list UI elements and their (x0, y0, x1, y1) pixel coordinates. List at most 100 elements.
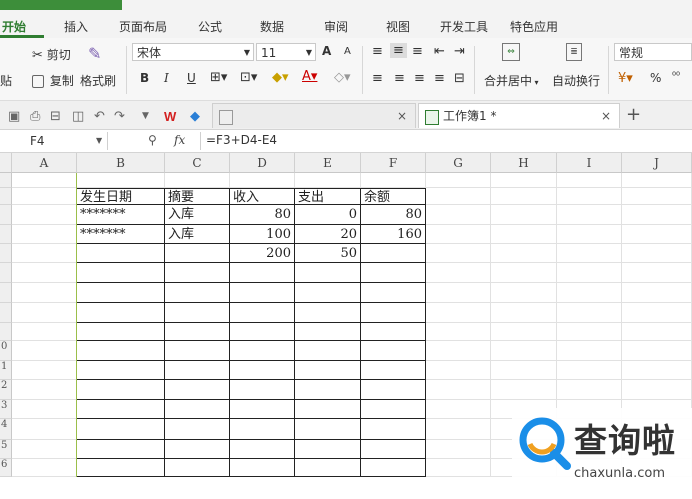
grid-cell[interactable] (622, 263, 692, 283)
tab-page-layout[interactable]: 页面布局 (119, 18, 167, 35)
grid-cell[interactable] (165, 361, 230, 380)
tab-insert[interactable]: 插入 (64, 18, 88, 35)
grid-cell[interactable] (557, 341, 622, 361)
table-header-cell[interactable]: 发生日期 (77, 188, 165, 205)
grid-cell[interactable] (230, 173, 295, 188)
grid-cell[interactable] (622, 341, 692, 361)
column-header-c[interactable]: C (165, 153, 230, 173)
grid-cell[interactable] (491, 303, 557, 323)
grid-cell[interactable] (295, 323, 361, 341)
align-left-icon[interactable]: ≡ (372, 71, 383, 86)
wps-logo-icon[interactable]: W (164, 109, 176, 124)
table-header-cell[interactable]: 摘要 (165, 188, 230, 205)
table-cell[interactable] (361, 244, 426, 263)
highlight-icon[interactable]: ◆▾ (272, 70, 289, 85)
grid-cell[interactable] (295, 263, 361, 283)
font-size-select[interactable]: 11 ▼ (256, 43, 316, 61)
grid-cell[interactable] (295, 419, 361, 440)
grid-cell[interactable] (12, 188, 77, 205)
table-header-cell[interactable]: 支出 (295, 188, 361, 205)
align-center-icon[interactable]: ≡ (394, 71, 405, 86)
table-header-cell[interactable]: 余额 (361, 188, 426, 205)
grid-cell[interactable] (165, 419, 230, 440)
font-name-select[interactable]: 宋体 ▼ (132, 43, 254, 61)
row-header[interactable]: 6 (0, 459, 12, 477)
grid-cell[interactable] (165, 380, 230, 400)
blank-doc-tab[interactable]: × (212, 103, 416, 128)
grid-cell[interactable] (557, 283, 622, 303)
grid-cell[interactable] (622, 188, 692, 205)
grid-cell[interactable] (426, 419, 491, 440)
grid-cell[interactable] (557, 361, 622, 380)
underline-button[interactable]: U (187, 71, 196, 85)
grid-cell[interactable] (622, 380, 692, 400)
formula-input[interactable]: =F3+D4-E4 (206, 133, 277, 147)
column-header-h[interactable]: H (491, 153, 557, 173)
grid-cell[interactable] (165, 173, 230, 188)
grid-cell[interactable] (361, 440, 426, 459)
row-header[interactable] (0, 283, 12, 303)
table-cell[interactable]: ******* (77, 205, 165, 225)
column-header-i[interactable]: I (557, 153, 622, 173)
grid-cell[interactable] (426, 361, 491, 380)
grid-cell[interactable] (77, 303, 165, 323)
align-bottom-icon[interactable]: ≡ (412, 44, 423, 59)
grid-cell[interactable] (12, 244, 77, 263)
grid-cell[interactable] (165, 303, 230, 323)
print-preview-icon[interactable]: ◫ (72, 109, 84, 124)
grid-cell[interactable] (230, 459, 295, 477)
row-header[interactable] (0, 173, 12, 188)
grid-cell[interactable] (12, 459, 77, 477)
select-all-corner[interactable] (0, 153, 12, 173)
grid-cell[interactable] (361, 380, 426, 400)
grid-cell[interactable] (426, 341, 491, 361)
grid-cell[interactable] (361, 303, 426, 323)
print-icon[interactable]: ⊟ (50, 109, 61, 124)
table-cell[interactable] (165, 244, 230, 263)
grid-cell[interactable] (361, 263, 426, 283)
grid-cell[interactable] (557, 303, 622, 323)
grid-cell[interactable] (165, 263, 230, 283)
grid-cell[interactable] (557, 173, 622, 188)
column-header-j[interactable]: J (622, 153, 692, 173)
workbook-tab[interactable]: 工作簿1 * × (418, 103, 620, 128)
merge-center-button[interactable]: 合并居中 ▾ (484, 72, 539, 89)
grid-cell[interactable] (491, 244, 557, 263)
export-pdf-icon[interactable]: ⎙ (30, 109, 40, 124)
grid-cell[interactable] (491, 361, 557, 380)
grid-cell[interactable] (622, 283, 692, 303)
grid-cell[interactable] (12, 283, 77, 303)
grid-cell[interactable] (230, 303, 295, 323)
italic-button[interactable]: I (164, 71, 169, 85)
grid-cell[interactable] (361, 173, 426, 188)
grid-cell[interactable] (295, 380, 361, 400)
grid-cell[interactable] (361, 459, 426, 477)
fill-icon[interactable]: ⊡▾ (240, 70, 257, 85)
grid-cell[interactable] (491, 173, 557, 188)
grid-cell[interactable] (12, 341, 77, 361)
redo-icon[interactable]: ↷ (114, 109, 125, 124)
grid-cell[interactable] (557, 263, 622, 283)
grid-cell[interactable] (361, 323, 426, 341)
grid-cell[interactable] (295, 341, 361, 361)
grid-cell[interactable] (361, 361, 426, 380)
thousands-icon[interactable]: ⁰⁰ (672, 71, 680, 82)
grid-cell[interactable] (295, 440, 361, 459)
grid-cell[interactable] (426, 283, 491, 303)
grid-cell[interactable] (557, 205, 622, 225)
grid-cell[interactable] (361, 283, 426, 303)
grid-cell[interactable] (622, 173, 692, 188)
table-cell[interactable]: 160 (361, 225, 426, 244)
fx-icon[interactable]: fx (174, 133, 185, 147)
grid-cell[interactable] (295, 303, 361, 323)
grid-cell[interactable] (77, 323, 165, 341)
grid-cell[interactable] (77, 380, 165, 400)
grid-cell[interactable] (77, 400, 165, 419)
grid-cell[interactable] (361, 419, 426, 440)
chevron-down-icon[interactable]: ▼ (142, 111, 149, 121)
distributed-icon[interactable]: ⊟ (454, 71, 465, 86)
grid-cell[interactable] (12, 173, 77, 188)
grid-cell[interactable] (230, 400, 295, 419)
grid-cell[interactable] (12, 323, 77, 341)
close-icon[interactable]: × (397, 104, 407, 129)
